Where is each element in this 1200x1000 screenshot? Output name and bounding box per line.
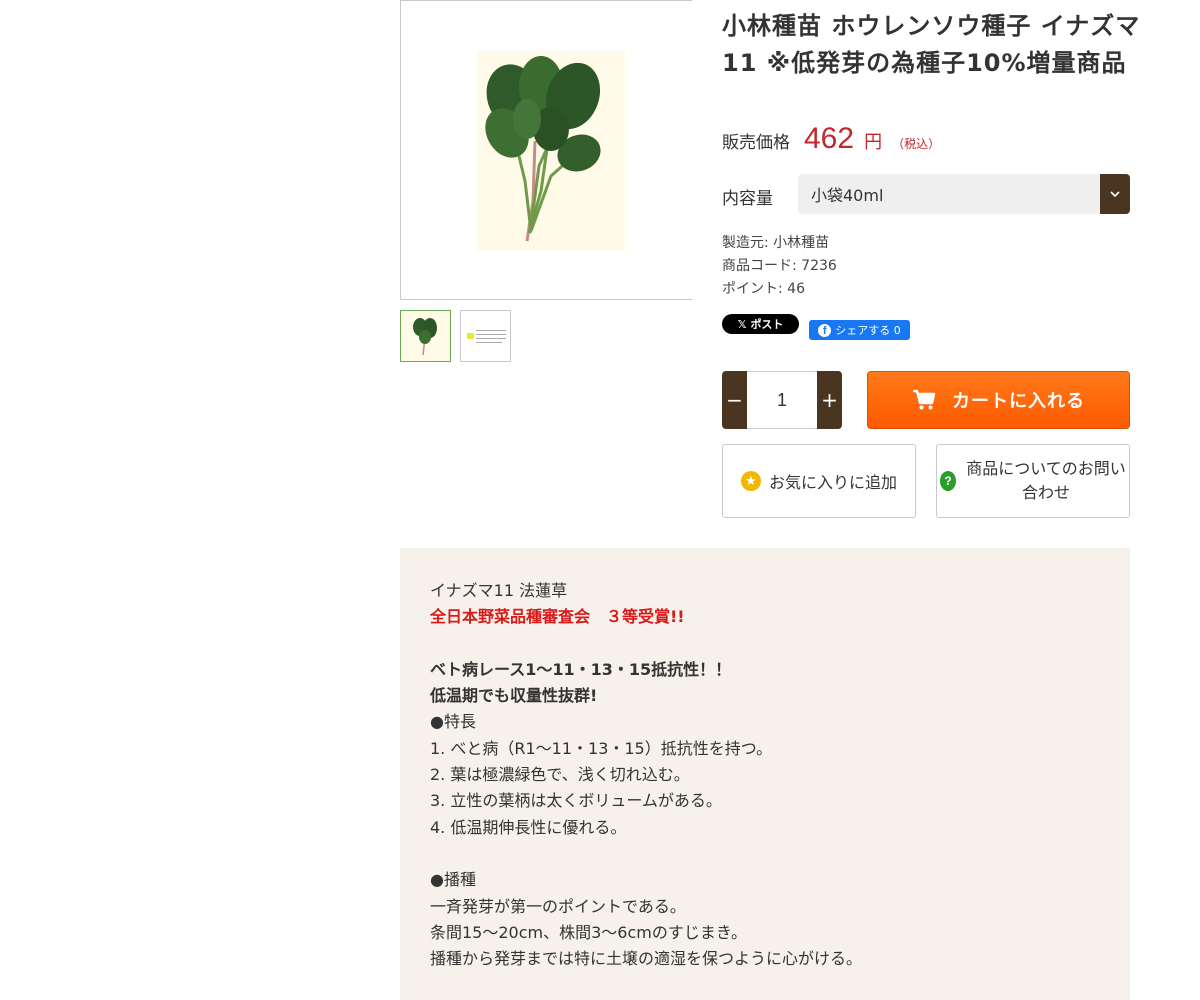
maker-info: 製造元: 小林種苗 [722, 235, 830, 251]
star-icon: ★ [740, 471, 761, 491]
spinach-photo [477, 51, 625, 251]
spinach-thumbnail [401, 311, 450, 361]
quantity-increase-button[interactable]: + [817, 371, 842, 429]
description-line: 3. 立性の葉柄は太くボリュームがある。 [430, 791, 722, 811]
volume-selected-value: 小袋40ml [811, 186, 884, 205]
cart-icon [913, 389, 936, 410]
inquiry-label: 商品についてのお問い合わせ [966, 459, 1126, 502]
product-description: イナズマ11 法蓮草全日本野菜品種審査会 ３等受賞!! ベト病レース1〜11・13… [400, 548, 1130, 1000]
x-post-button[interactable]: 𝕏 ポスト [722, 314, 799, 334]
quantity-decrease-button[interactable]: − [722, 371, 747, 429]
price-unit: 円 [864, 132, 883, 153]
x-post-label: ポスト [750, 318, 784, 331]
points-info: ポイント: 46 [722, 281, 805, 297]
product-title: 小林種苗 ホウレンソウ種子 イナズマ11 ※低発芽の為種子10%増量商品 [722, 12, 1141, 77]
price-label: 販売価格 [722, 133, 790, 153]
price-row: 販売価格 462 円 （税込） [722, 122, 940, 162]
x-logo-icon: 𝕏 [737, 317, 747, 331]
thumbnail-2[interactable] [460, 310, 511, 362]
seed-packet-thumbnail [461, 311, 510, 361]
product-main-image[interactable] [400, 0, 692, 300]
description-line [430, 841, 1100, 867]
thumbnail-1[interactable] [400, 310, 451, 362]
add-to-favorites-button[interactable]: ★ お気に入りに追加 [722, 444, 916, 518]
description-line: イナズマ11 法蓮草 [430, 581, 568, 600]
description-line: 低温期でも収量性抜群! [430, 686, 598, 706]
description-line [430, 631, 1100, 657]
description-line: 2. 葉は極濃緑色で、浅く切れ込む。 [430, 765, 690, 785]
add-to-cart-button[interactable]: カートに入れる [867, 371, 1130, 429]
description-line: 全日本野菜品種審査会 ３等受賞!! [430, 607, 685, 627]
add-to-cart-label: カートに入れる [952, 391, 1085, 412]
description-line: ベト病レース1〜11・13・15抵抗性！！ [430, 659, 732, 679]
product-inquiry-button[interactable]: ? 商品についてのお問い合わせ [936, 444, 1130, 518]
facebook-share-label: シェアする 0 [835, 324, 901, 337]
favorites-label: お気に入りに追加 [768, 473, 897, 492]
product-code: 商品コード: 7236 [722, 258, 837, 274]
description-line: ●特長 [430, 712, 476, 732]
price-tax-note: （税込） [892, 137, 941, 151]
volume-label: 内容量 [722, 189, 773, 209]
chevron-down-icon[interactable] [1100, 174, 1130, 214]
question-icon: ? [940, 471, 956, 491]
description-line: 条間15〜20cm、株間3〜6cmのすじまき。 [430, 922, 748, 942]
description-line: 播種から発芽までは特に土壌の適湿を保つように心がける。 [430, 949, 863, 969]
facebook-icon: f [818, 323, 832, 337]
description-line: 4. 低温期伸長性に優れる。 [430, 817, 627, 837]
description-line: 一斉発芽が第一のポイントである。 [430, 896, 686, 916]
volume-select[interactable]: 小袋40ml [798, 174, 1130, 214]
description-line: 1. べと病（R1〜11・13・15）抵抗性を持つ。 [430, 738, 773, 758]
description-line: ●播種 [430, 870, 476, 890]
price-value: 462 [804, 122, 855, 155]
facebook-share-button[interactable]: f シェアする 0 [809, 320, 910, 340]
quantity-input[interactable] [747, 371, 817, 429]
